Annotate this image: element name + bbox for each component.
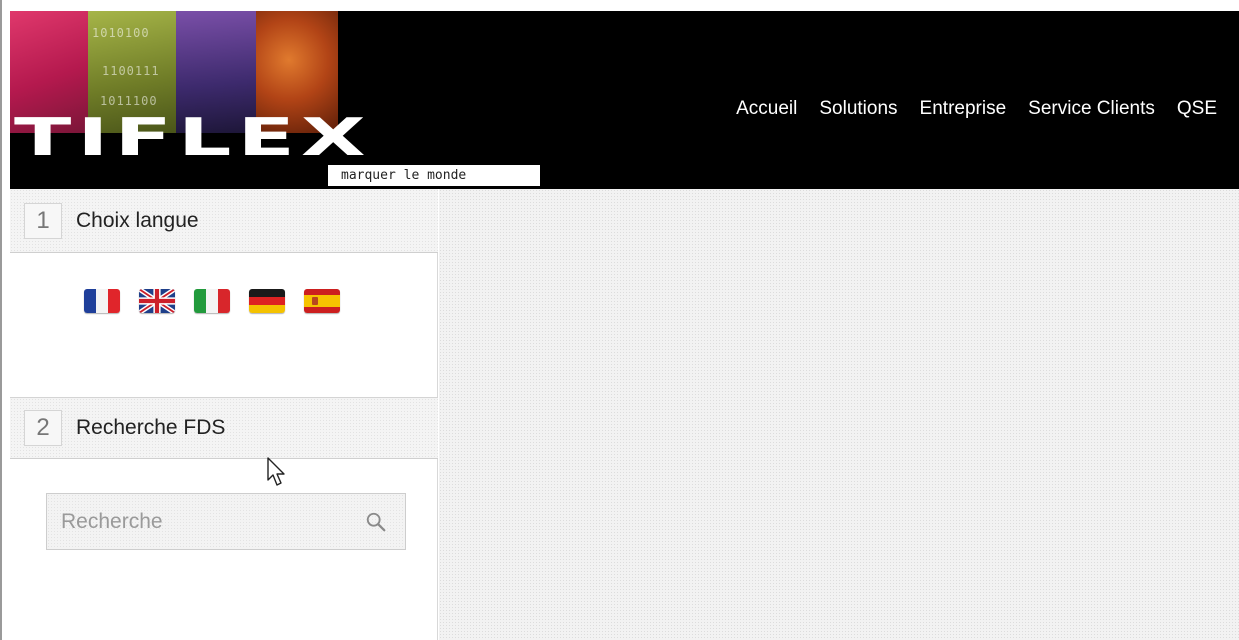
flag-uk-icon[interactable] <box>139 289 175 313</box>
flag-fr-icon[interactable] <box>84 289 120 313</box>
search-box <box>46 493 406 550</box>
top-nav: Accueil Solutions Entreprise Service Cli… <box>725 97 1217 121</box>
nav-link-accueil[interactable]: Accueil <box>725 97 808 121</box>
language-flags <box>84 289 340 313</box>
step-number: 1 <box>24 202 62 239</box>
language-panel-title: Choix langue <box>76 208 199 232</box>
nav-link-solutions[interactable]: Solutions <box>808 97 908 121</box>
nav-link-service-clients[interactable]: Service Clients <box>1017 97 1166 121</box>
main-content-area <box>439 189 1239 640</box>
tiflex-logo[interactable]: 1010100 1100111 1011100 TIFLEX marquer l… <box>10 11 540 189</box>
search-icon[interactable] <box>365 511 387 533</box>
language-panel-header: 1 Choix langue <box>10 189 438 253</box>
nav-link-qse[interactable]: QSE <box>1166 97 1217 121</box>
flag-it-icon[interactable] <box>194 289 230 313</box>
sidebar: 1 Choix langue 2 Recherche FDS <box>10 189 438 640</box>
logo-tagline: marquer le monde <box>328 165 540 186</box>
logo-binary-line: 1010100 <box>92 26 150 40</box>
mouse-cursor-icon <box>267 457 285 486</box>
step-number: 2 <box>24 410 62 446</box>
nav-link-entreprise[interactable]: Entreprise <box>909 97 1018 121</box>
flag-de-icon[interactable] <box>249 289 285 313</box>
logo-binary-line: 1100111 <box>102 64 160 78</box>
search-panel-title: Recherche FDS <box>76 416 226 439</box>
flag-es-icon[interactable] <box>304 289 340 313</box>
search-input[interactable] <box>47 494 347 549</box>
site-header: 1010100 1100111 1011100 TIFLEX marquer l… <box>10 11 1239 189</box>
logo-wordmark: TIFLEX <box>14 106 372 168</box>
search-panel-header: 2 Recherche FDS <box>10 397 438 459</box>
union-jack-graphic <box>139 289 175 313</box>
